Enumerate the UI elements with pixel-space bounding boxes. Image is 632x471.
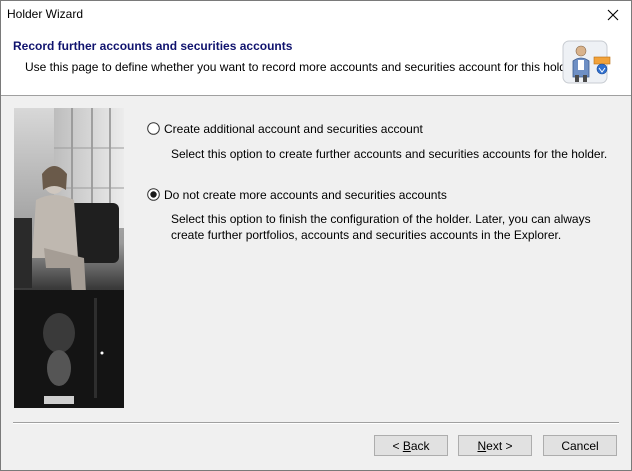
radio-do-not-create[interactable]: [147, 188, 160, 201]
back-rest: ack: [410, 438, 430, 453]
page-title: Record further accounts and securities a…: [13, 39, 293, 53]
page-subtitle: Use this page to define whether you want…: [25, 60, 580, 74]
holder-photo: [14, 108, 124, 408]
next-button[interactable]: Next >: [458, 435, 532, 456]
title-bar: Holder Wizard: [1, 1, 631, 31]
wizard-header: Record further accounts and securities a…: [1, 31, 631, 96]
close-button[interactable]: [595, 1, 631, 29]
close-icon: [607, 9, 619, 21]
back-mnemonic: B: [402, 438, 411, 453]
option-label[interactable]: Create additional account and securities…: [164, 122, 423, 136]
wizard-window: Holder Wizard Record further accounts an…: [0, 0, 632, 471]
next-mnemonic: N: [477, 438, 487, 453]
footer-divider-highlight: [13, 423, 619, 424]
option-label[interactable]: Do not create more accounts and securiti…: [164, 188, 447, 202]
cancel-button[interactable]: Cancel: [543, 435, 617, 456]
back-prefix: <: [392, 438, 403, 453]
back-button[interactable]: < Back: [374, 435, 448, 456]
next-rest: ext >: [486, 438, 513, 453]
option-description: Select this option to finish the configu…: [171, 212, 591, 242]
option-description: Select this option to create further acc…: [171, 147, 608, 161]
radio-create-additional[interactable]: [147, 122, 160, 135]
window-title: Holder Wizard: [7, 7, 84, 21]
holder-wizard-icon: [562, 40, 611, 84]
